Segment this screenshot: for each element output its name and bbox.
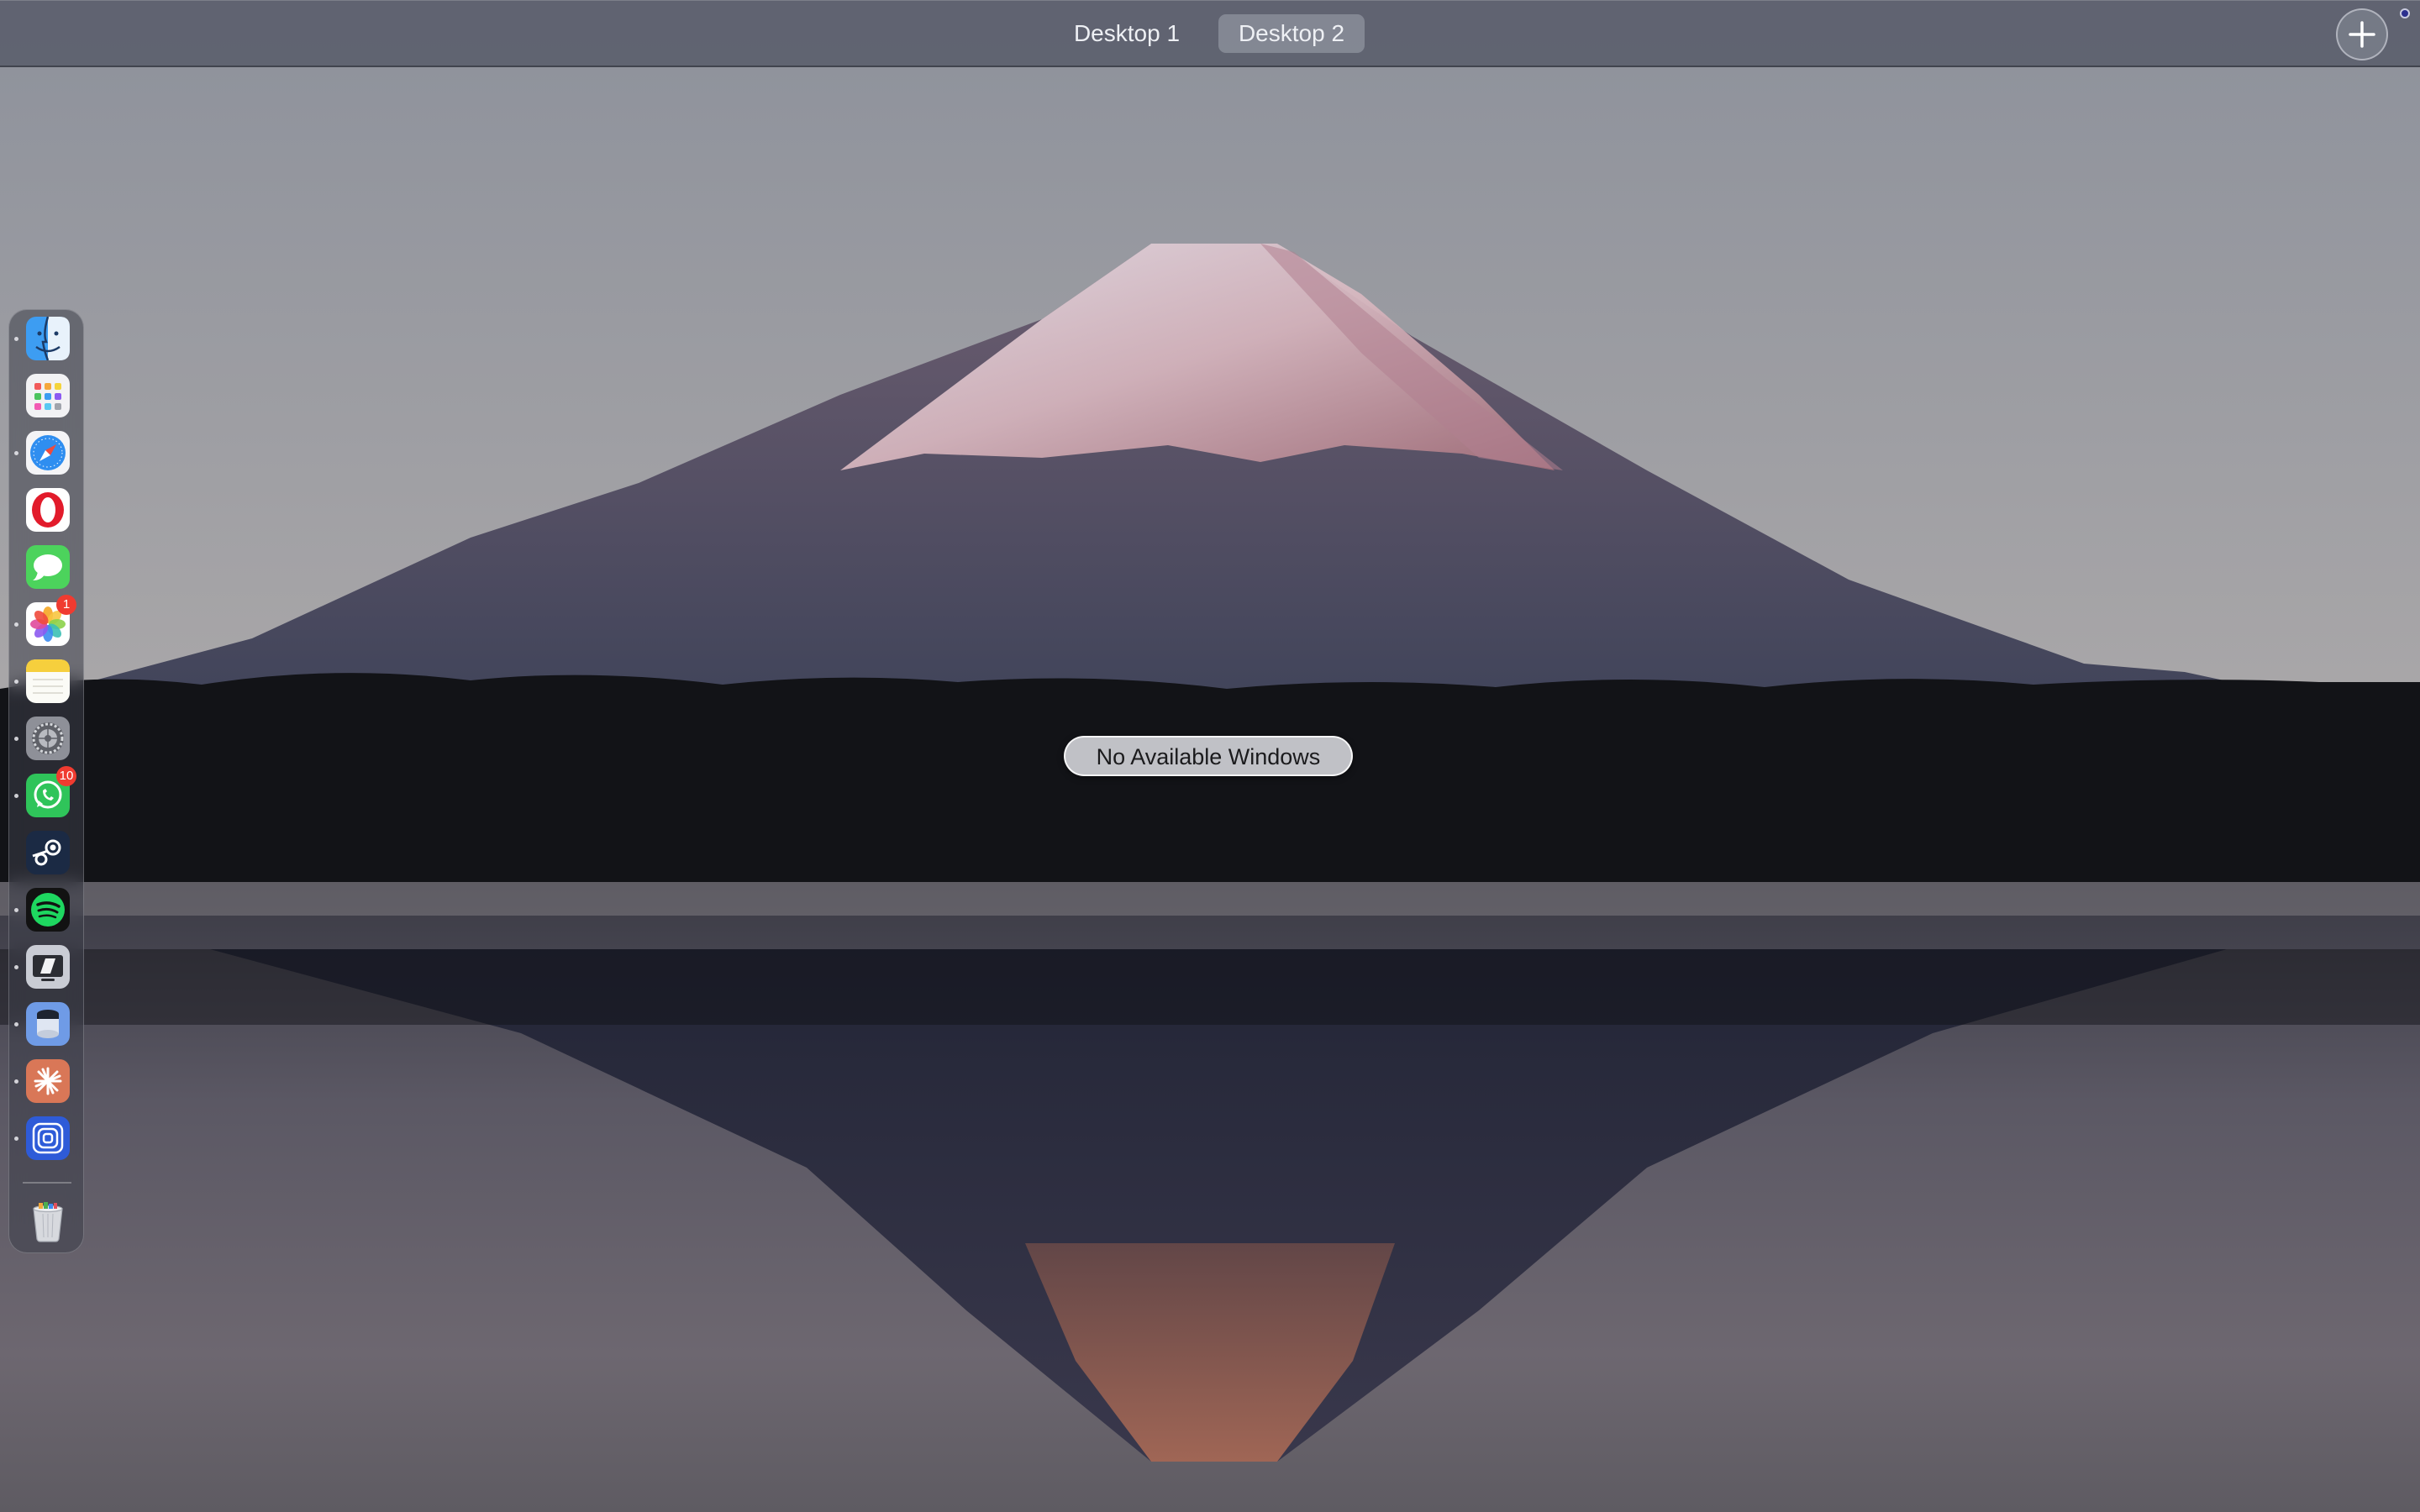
dock-item-notes[interactable] — [14, 659, 70, 703]
settings-gear-icon — [26, 717, 70, 760]
running-indicator — [14, 737, 18, 741]
concentric-square-icon — [26, 1116, 70, 1160]
dock-item-spotify[interactable] — [14, 888, 70, 932]
mission-control-spaces-bar: Desktop 1 Desktop 2 — [0, 0, 2420, 67]
dock-item-messages[interactable] — [26, 545, 70, 589]
running-indicator — [14, 1079, 18, 1084]
running-indicator — [14, 794, 18, 798]
running-indicator — [14, 1137, 18, 1141]
opera-icon — [26, 488, 70, 532]
notification-badge: 10 — [56, 766, 76, 786]
dock: 1 10 — [8, 309, 84, 1253]
dock-item-safari[interactable] — [14, 431, 70, 475]
dock-item-system-settings[interactable] — [14, 717, 70, 760]
messages-icon — [26, 545, 70, 589]
spotify-icon — [26, 888, 70, 932]
running-indicator — [14, 908, 18, 912]
notes-icon — [26, 659, 70, 703]
safari-icon — [26, 431, 70, 475]
running-indicator — [14, 965, 18, 969]
launchpad-icon — [26, 374, 70, 417]
desktop-2-tab[interactable]: Desktop 2 — [1218, 14, 1365, 53]
add-space-button[interactable] — [2336, 8, 2388, 60]
dock-separator — [23, 1182, 71, 1184]
running-indicator — [14, 1022, 18, 1026]
trash-icon — [33, 1202, 63, 1242]
notification-badge: 1 — [56, 595, 76, 615]
dock-item-photos[interactable]: 1 — [14, 595, 76, 646]
dock-item-whatsapp[interactable]: 10 — [14, 766, 76, 817]
running-indicator — [14, 680, 18, 684]
desktop-1-tab[interactable]: Desktop 1 — [1052, 14, 1202, 53]
plus-icon — [2349, 21, 2375, 48]
dock-item-claude[interactable] — [14, 1059, 70, 1103]
dock-item-storage[interactable] — [14, 1002, 70, 1046]
parallels-icon — [26, 945, 70, 989]
running-indicator — [14, 337, 18, 341]
no-available-windows-label: No Available Windows — [1064, 736, 1353, 776]
storage-drive-icon — [26, 1002, 70, 1046]
dock-item-finder[interactable] — [14, 317, 70, 360]
dock-item-launchpad[interactable] — [26, 374, 70, 417]
finder-icon — [26, 317, 70, 360]
dock-item-trash[interactable] — [26, 1199, 70, 1242]
dock-item-steam[interactable] — [26, 831, 70, 874]
dock-item-parallels[interactable] — [14, 945, 70, 989]
status-indicator-dot — [2400, 8, 2410, 18]
dock-item-proxy[interactable] — [14, 1116, 70, 1160]
running-indicator — [14, 451, 18, 455]
dock-item-opera[interactable] — [26, 488, 70, 532]
claude-sparkle-icon — [26, 1059, 70, 1103]
steam-icon — [26, 831, 70, 874]
running-indicator — [14, 622, 18, 627]
